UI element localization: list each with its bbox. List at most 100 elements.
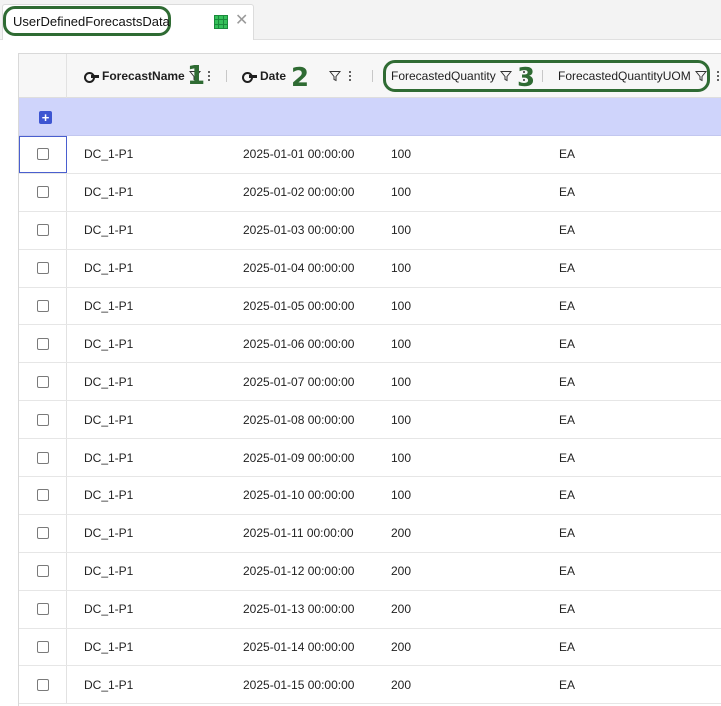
cell-forecasted-quantity-uom[interactable]: EA — [559, 553, 575, 590]
row-checkbox[interactable] — [36, 678, 49, 691]
cell-date[interactable]: 2025-01-03 00:00:00 — [243, 212, 354, 249]
cell-forecasted-quantity[interactable]: 200 — [391, 666, 411, 703]
column-menu-icon[interactable] — [207, 70, 211, 82]
cell-forecast-name[interactable]: DC_1-P1 — [84, 553, 133, 590]
cell-forecasted-quantity[interactable]: 100 — [391, 325, 411, 362]
row-select-cell[interactable] — [19, 287, 67, 325]
row-checkbox[interactable] — [36, 337, 49, 350]
row-select-cell[interactable] — [19, 173, 67, 211]
cell-forecast-name[interactable]: DC_1-P1 — [84, 325, 133, 362]
cell-forecasted-quantity[interactable]: 100 — [391, 477, 411, 514]
cell-forecasted-quantity-uom[interactable]: EA — [559, 591, 575, 628]
cell-date[interactable]: 2025-01-08 00:00:00 — [243, 401, 354, 438]
cell-forecast-name[interactable]: DC_1-P1 — [84, 136, 133, 173]
row-select-cell[interactable] — [19, 363, 67, 401]
row-select-cell[interactable] — [19, 477, 67, 514]
row-select-cell[interactable] — [19, 552, 67, 590]
cell-forecasted-quantity-uom[interactable]: EA — [559, 325, 575, 362]
row-select-cell[interactable] — [19, 514, 67, 552]
cell-forecasted-quantity[interactable]: 100 — [391, 212, 411, 249]
cell-forecast-name[interactable]: DC_1-P1 — [84, 629, 133, 666]
row-select-cell[interactable] — [19, 666, 67, 704]
cell-forecasted-quantity[interactable]: 200 — [391, 553, 411, 590]
cell-forecasted-quantity[interactable]: 100 — [391, 363, 411, 400]
row-checkbox[interactable] — [36, 451, 49, 464]
cell-forecasted-quantity[interactable]: 100 — [391, 174, 411, 211]
cell-date[interactable]: 2025-01-07 00:00:00 — [243, 363, 354, 400]
cell-forecasted-quantity-uom[interactable]: EA — [559, 477, 575, 514]
cell-forecasted-quantity[interactable]: 100 — [391, 250, 411, 287]
cell-forecasted-quantity[interactable]: 100 — [391, 136, 411, 173]
table-row[interactable]: DC_1-P1 2025-01-11 00:00:00 200 EA — [19, 514, 721, 553]
cell-date[interactable]: 2025-01-09 00:00:00 — [243, 439, 354, 476]
row-checkbox[interactable] — [36, 641, 49, 654]
cell-forecasted-quantity-uom[interactable]: EA — [559, 515, 575, 552]
cell-forecasted-quantity[interactable]: 100 — [391, 401, 411, 438]
cell-forecast-name[interactable]: DC_1-P1 — [84, 250, 133, 287]
row-select-cell[interactable] — [19, 211, 67, 249]
cell-date[interactable]: 2025-01-10 00:00:00 — [243, 477, 354, 514]
table-row[interactable]: DC_1-P1 2025-01-14 00:00:00 200 EA — [19, 628, 721, 667]
row-checkbox[interactable] — [36, 224, 49, 237]
cell-date[interactable]: 2025-01-01 00:00:00 — [243, 136, 354, 173]
filter-icon[interactable] — [694, 70, 707, 82]
table-row[interactable]: DC_1-P1 2025-01-06 00:00:00 100 EA — [19, 325, 721, 364]
row-select-cell[interactable] — [19, 325, 67, 363]
table-row[interactable]: DC_1-P1 2025-01-08 00:00:00 100 EA — [19, 401, 721, 440]
column-menu-icon[interactable] — [348, 70, 352, 82]
cell-forecast-name[interactable]: DC_1-P1 — [84, 591, 133, 628]
filter-icon[interactable] — [329, 70, 341, 82]
cell-date[interactable]: 2025-01-11 00:00:00 — [243, 515, 354, 552]
cell-date[interactable]: 2025-01-15 00:00:00 — [243, 666, 354, 703]
cell-forecasted-quantity-uom[interactable]: EA — [559, 212, 575, 249]
close-icon[interactable]: ✕ — [235, 11, 248, 31]
table-row[interactable]: DC_1-P1 2025-01-03 00:00:00 100 EA — [19, 211, 721, 250]
row-checkbox[interactable] — [36, 148, 49, 161]
cell-date[interactable]: 2025-01-13 00:00:00 — [243, 591, 354, 628]
column-header-forecasted-quantity-uom[interactable]: ForecastedQuantityUOM — [558, 54, 720, 98]
cell-date[interactable]: 2025-01-04 00:00:00 — [243, 250, 354, 287]
row-checkbox[interactable] — [36, 413, 49, 426]
cell-forecast-name[interactable]: DC_1-P1 — [84, 515, 133, 552]
column-header-date[interactable]: Date — [242, 54, 286, 98]
table-row[interactable]: DC_1-P1 2025-01-10 00:00:00 100 EA — [19, 477, 721, 515]
cell-date[interactable]: 2025-01-02 00:00:00 — [243, 174, 354, 211]
cell-forecasted-quantity[interactable]: 200 — [391, 591, 411, 628]
row-select-cell[interactable] — [19, 249, 67, 287]
row-checkbox[interactable] — [36, 186, 49, 199]
table-row[interactable]: DC_1-P1 2025-01-04 00:00:00 100 EA — [19, 249, 721, 288]
row-checkbox[interactable] — [36, 603, 49, 616]
table-row[interactable]: DC_1-P1 2025-01-15 00:00:00 200 EA — [19, 666, 721, 705]
row-checkbox[interactable] — [36, 375, 49, 388]
table-row[interactable]: DC_1-P1 2025-01-09 00:00:00 100 EA — [19, 439, 721, 478]
row-checkbox[interactable] — [36, 527, 49, 540]
cell-date[interactable]: 2025-01-14 00:00:00 — [243, 629, 354, 666]
cell-forecast-name[interactable]: DC_1-P1 — [84, 477, 133, 514]
row-select-cell[interactable] — [19, 628, 67, 666]
cell-forecasted-quantity[interactable]: 100 — [391, 439, 411, 476]
cell-forecasted-quantity-uom[interactable]: EA — [559, 666, 575, 703]
cell-forecasted-quantity-uom[interactable]: EA — [559, 174, 575, 211]
cell-forecast-name[interactable]: DC_1-P1 — [84, 401, 133, 438]
filter-icon[interactable] — [499, 70, 512, 82]
row-checkbox[interactable] — [36, 489, 49, 502]
cell-date[interactable]: 2025-01-06 00:00:00 — [243, 325, 354, 362]
row-select-cell[interactable] — [19, 401, 67, 439]
cell-forecasted-quantity[interactable]: 200 — [391, 515, 411, 552]
cell-forecasted-quantity-uom[interactable]: EA — [559, 136, 575, 173]
tab-user-defined-forecasts-data[interactable]: UserDefinedForecastsData ✕ — [2, 4, 254, 40]
cell-forecast-name[interactable]: DC_1-P1 — [84, 363, 133, 400]
cell-forecasted-quantity-uom[interactable]: EA — [559, 629, 575, 666]
table-row[interactable]: DC_1-P1 2025-01-13 00:00:00 200 EA — [19, 590, 721, 629]
row-select-cell[interactable] — [19, 439, 67, 477]
cell-forecast-name[interactable]: DC_1-P1 — [84, 174, 133, 211]
cell-forecast-name[interactable]: DC_1-P1 — [84, 439, 133, 476]
add-row-button[interactable]: + — [39, 111, 52, 124]
table-row[interactable]: DC_1-P1 2025-01-07 00:00:00 100 EA — [19, 363, 721, 402]
column-header-forecasted-quantity[interactable]: ForecastedQuantity — [391, 54, 526, 98]
cell-date[interactable]: 2025-01-12 00:00:00 — [243, 553, 354, 590]
cell-forecasted-quantity-uom[interactable]: EA — [559, 250, 575, 287]
table-row[interactable]: DC_1-P1 2025-01-05 00:00:00 100 EA — [19, 287, 721, 326]
table-row[interactable]: DC_1-P1 2025-01-02 00:00:00 100 EA — [19, 173, 721, 212]
cell-forecasted-quantity[interactable]: 200 — [391, 629, 411, 666]
